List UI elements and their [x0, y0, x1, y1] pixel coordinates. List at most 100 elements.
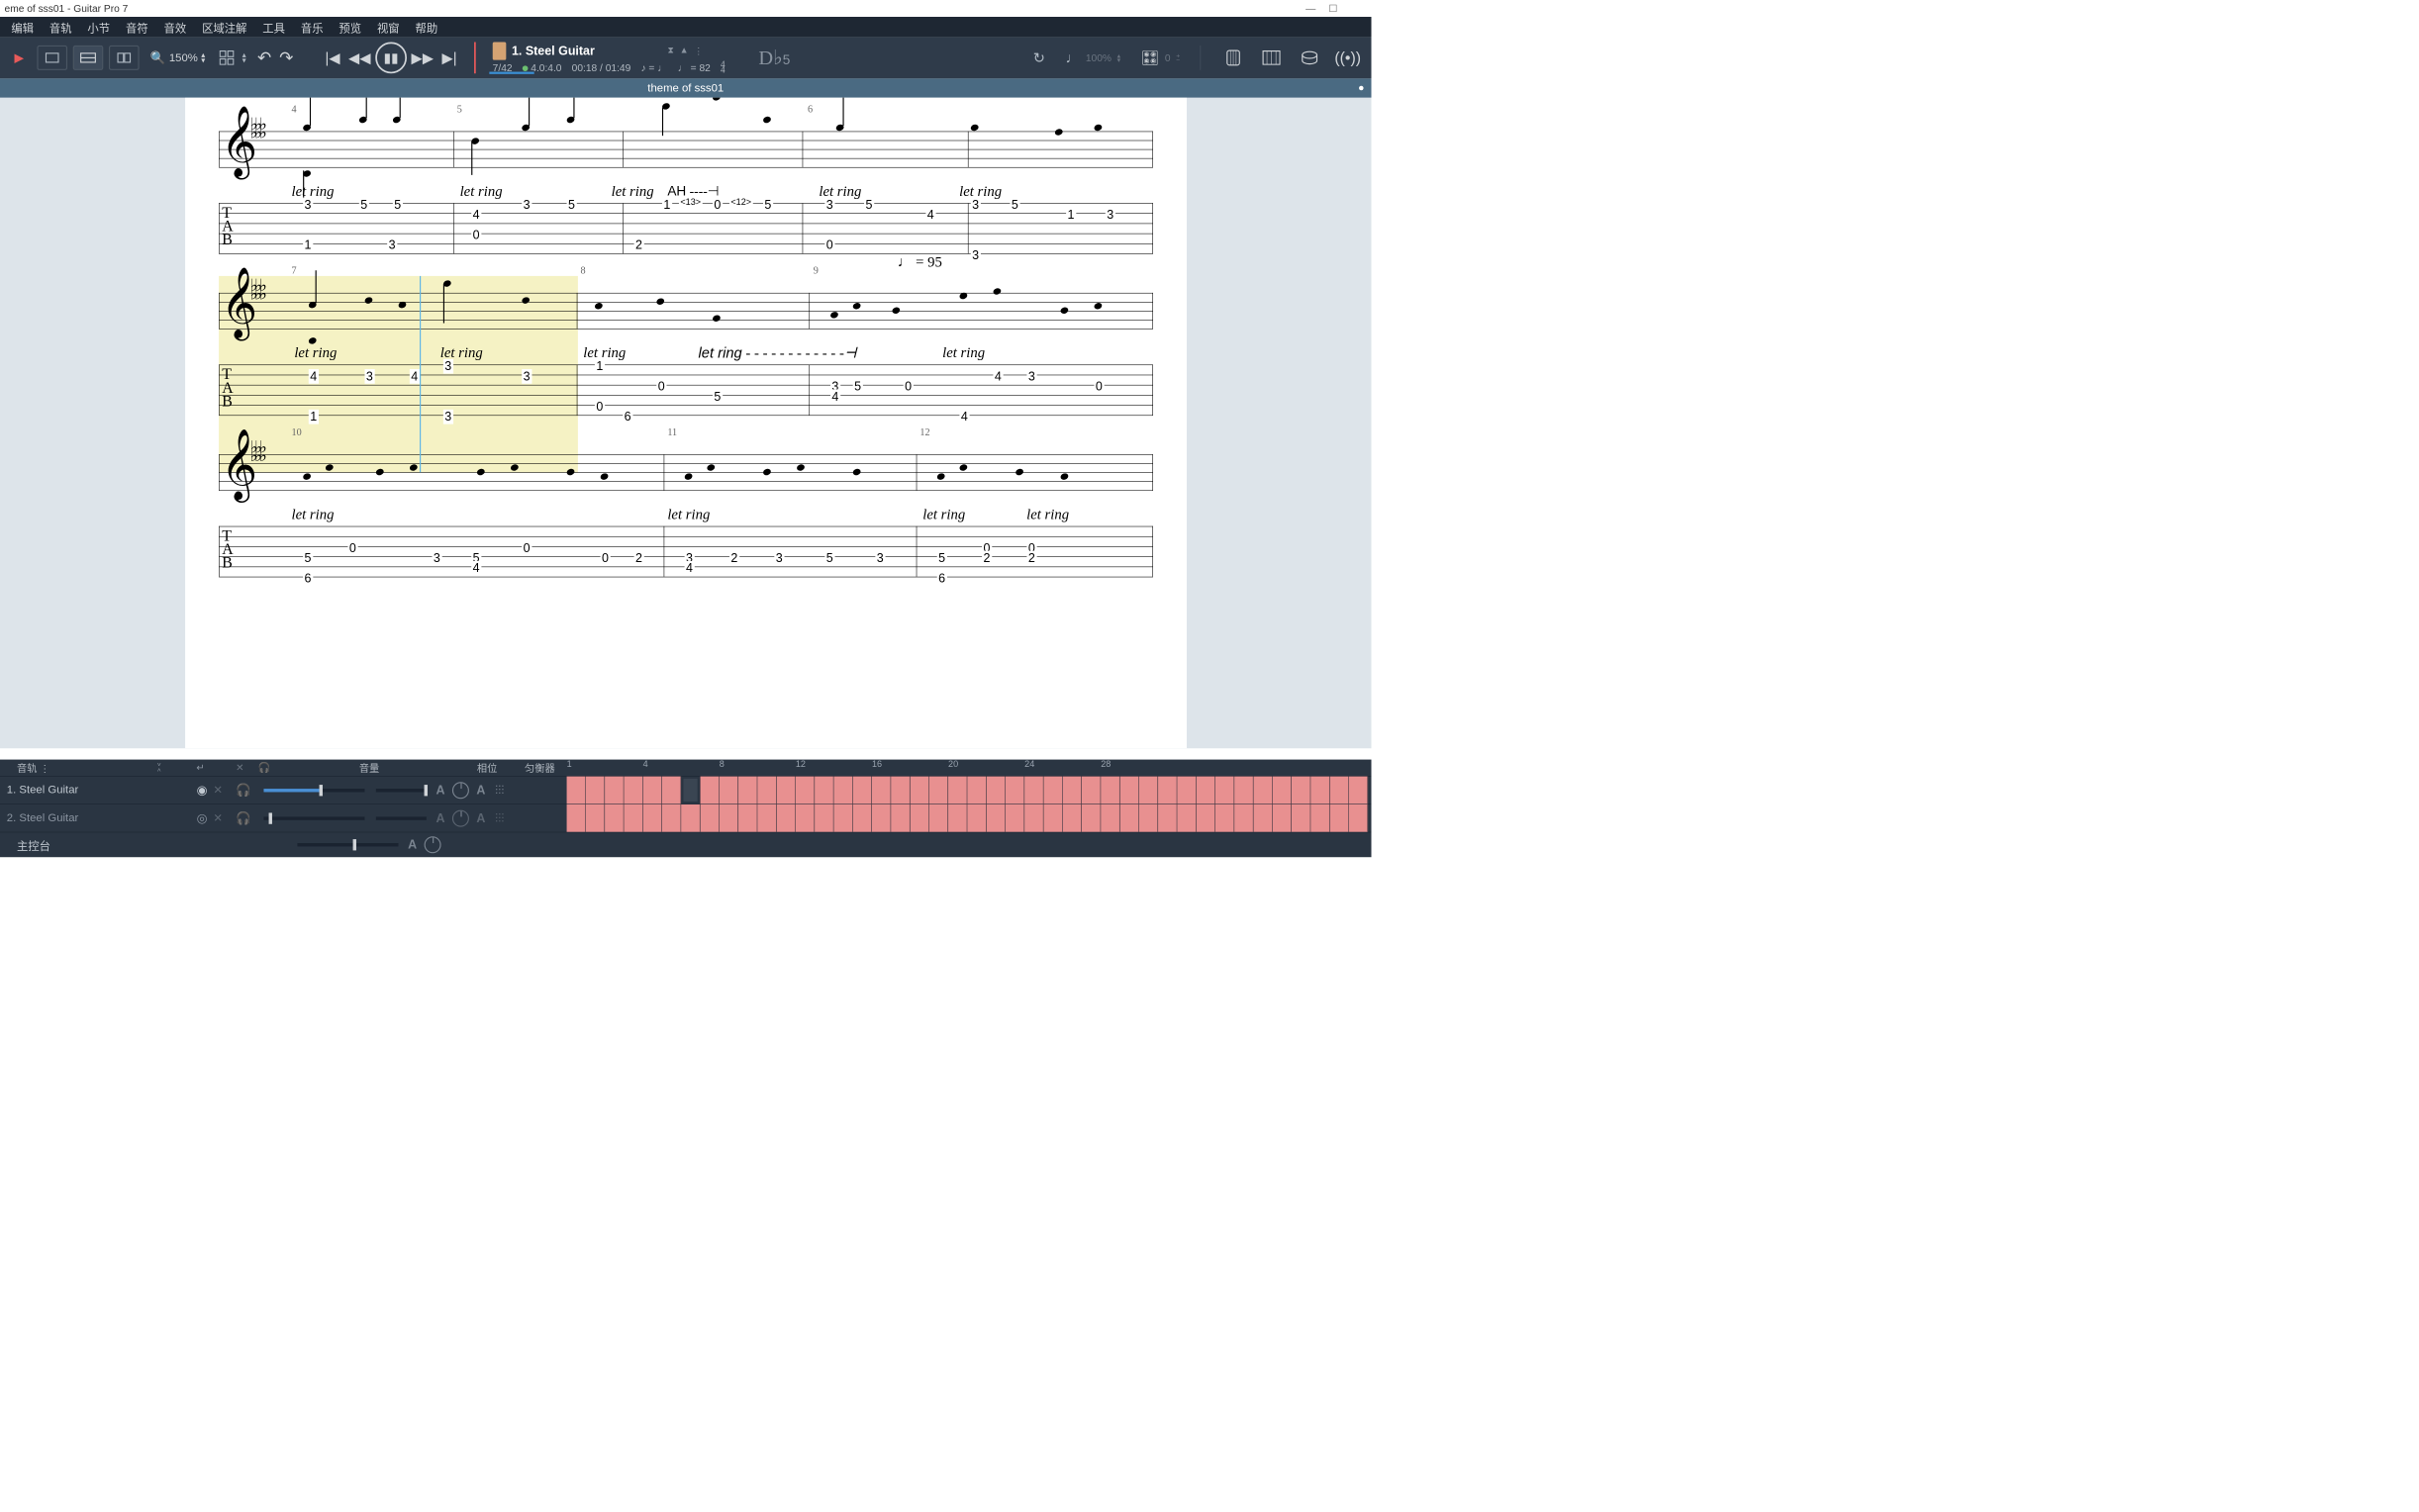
menu-tools[interactable]: 工具: [262, 19, 285, 35]
tune-value[interactable]: 0: [1165, 51, 1171, 63]
layout-stepper-icon[interactable]: ▴▾: [242, 52, 246, 63]
current-track-name[interactable]: 1. Steel Guitar: [512, 44, 595, 58]
mute-icon[interactable]: ✕: [213, 783, 236, 797]
fret-number[interactable]: 0: [522, 540, 532, 555]
fret-number[interactable]: 5: [936, 551, 946, 566]
drum-icon[interactable]: [1298, 46, 1322, 70]
fret-number[interactable]: 6: [936, 571, 946, 586]
track-row-2[interactable]: 2. Steel Guitar ◎ ✕ 🎧 A A ⫶⫶⫶: [0, 804, 1372, 832]
bar-cells[interactable]: [567, 804, 1372, 832]
fret-number[interactable]: 1: [662, 198, 672, 213]
volume-slider-2[interactable]: [376, 816, 427, 819]
fret-number[interactable]: 3: [364, 369, 374, 384]
menu-track[interactable]: 音轨: [49, 19, 72, 35]
loop-icon[interactable]: ↻: [1033, 49, 1045, 67]
eq-icon[interactable]: ⫶⫶⫶: [495, 783, 512, 798]
automation-a[interactable]: A: [404, 837, 421, 852]
solo-icon[interactable]: 🎧: [236, 783, 258, 798]
fret-number[interactable]: 0: [824, 237, 834, 252]
menu-note[interactable]: 音符: [126, 19, 148, 35]
menu-help[interactable]: 帮助: [416, 19, 438, 35]
fret-number[interactable]: 5: [864, 198, 874, 213]
fret-number[interactable]: 2: [633, 551, 643, 566]
mute-header-icon[interactable]: ✕: [236, 762, 244, 774]
menu-window[interactable]: 视窗: [377, 19, 400, 35]
undo-button[interactable]: ↶: [257, 47, 271, 67]
more-icon[interactable]: ⋮: [694, 46, 703, 56]
fret-number[interactable]: 4: [830, 389, 840, 404]
fret-number[interactable]: 1: [303, 237, 313, 252]
fret-number[interactable]: 2: [982, 551, 992, 566]
automation-a[interactable]: A: [433, 783, 449, 798]
fret-number[interactable]: 5: [566, 198, 576, 213]
pause-button[interactable]: ▮▮: [375, 43, 407, 74]
collapse-icon[interactable]: ˅˄: [157, 762, 161, 773]
master-pan-knob[interactable]: [425, 836, 441, 853]
fret-number[interactable]: 1: [1066, 208, 1076, 223]
menu-bar[interactable]: 小节: [87, 19, 110, 35]
view-horizontal-button[interactable]: [73, 46, 104, 70]
fret-number[interactable]: 1: [309, 410, 319, 425]
fret-number[interactable]: 2: [729, 551, 739, 566]
volume-slider[interactable]: [263, 789, 364, 792]
fret-number[interactable]: 6: [303, 571, 313, 586]
fret-number[interactable]: 3: [387, 237, 397, 252]
fret-number[interactable]: 4: [993, 369, 1003, 384]
solo-header-icon[interactable]: 🎧: [258, 762, 271, 774]
fret-number[interactable]: 3: [522, 369, 532, 384]
minimize-button[interactable]: —: [1300, 3, 1322, 15]
mute-icon[interactable]: ✕: [213, 811, 236, 825]
rewind-button[interactable]: ◀◀: [348, 47, 371, 69]
menu-edit[interactable]: 编辑: [11, 19, 34, 35]
fret-number[interactable]: 0: [713, 198, 723, 213]
master-track[interactable]: 主控台 A: [0, 832, 1372, 857]
visibility-icon[interactable]: ◎: [191, 810, 214, 825]
fret-number[interactable]: 3: [1026, 369, 1036, 384]
menu-effect[interactable]: 音效: [164, 19, 187, 35]
fret-number[interactable]: 0: [656, 379, 666, 394]
tune-stepper-icon[interactable]: +−: [1176, 53, 1180, 63]
pan-knob[interactable]: [452, 782, 469, 799]
fret-number[interactable]: 3: [875, 551, 885, 566]
fret-number[interactable]: 4: [309, 369, 319, 384]
menu-music[interactable]: 音乐: [301, 19, 324, 35]
zoom-stepper-icon[interactable]: ▴▾: [201, 52, 205, 63]
fret-number[interactable]: 2: [1026, 551, 1036, 566]
fret-number[interactable]: 4: [684, 561, 694, 576]
visibility-icon[interactable]: ◉: [191, 783, 214, 798]
forward-button[interactable]: ▶▶: [411, 47, 434, 69]
automation-a[interactable]: A: [433, 810, 449, 825]
fret-number[interactable]: 1: [595, 359, 605, 374]
track-row-1[interactable]: 1. Steel Guitar ◉ ✕ 🎧 A A ⫶⫶⫶: [0, 777, 1372, 804]
redo-button[interactable]: ↷: [279, 47, 293, 67]
volume-slider-2[interactable]: [376, 789, 427, 792]
menu-section[interactable]: 区域注解: [202, 19, 246, 35]
fret-number[interactable]: 5: [1010, 198, 1019, 213]
fret-number[interactable]: <12>: [729, 198, 753, 208]
fret-number[interactable]: 0: [903, 379, 913, 394]
fret-number[interactable]: 3: [970, 198, 980, 213]
fret-number[interactable]: 3: [432, 551, 441, 566]
return-icon[interactable]: ↵: [196, 762, 205, 774]
go-end-button[interactable]: ▶|: [438, 47, 461, 69]
go-start-button[interactable]: |◀: [322, 47, 344, 69]
fret-number[interactable]: 5: [852, 379, 862, 394]
automation-a2[interactable]: A: [472, 810, 489, 825]
fret-number[interactable]: 3: [522, 198, 532, 213]
solo-icon[interactable]: 🎧: [236, 810, 258, 825]
layout-grid-icon[interactable]: [217, 47, 237, 67]
tune-icon[interactable]: 🎛: [1140, 49, 1159, 67]
fret-number[interactable]: <13>: [679, 198, 703, 208]
fret-number[interactable]: 5: [393, 198, 403, 213]
fret-number[interactable]: 0: [471, 228, 481, 242]
fret-number[interactable]: 0: [600, 551, 610, 566]
tuner-icon[interactable]: ((•)): [1335, 46, 1360, 70]
zoom-control[interactable]: 🔍 150% ▴▾: [150, 50, 205, 65]
fret-number[interactable]: 3: [443, 359, 453, 374]
fret-number[interactable]: 2: [633, 237, 643, 252]
fret-number[interactable]: 4: [410, 369, 420, 384]
fret-number[interactable]: 4: [925, 208, 935, 223]
speed-stepper-icon[interactable]: ▴▾: [1117, 53, 1120, 63]
fret-number[interactable]: 5: [303, 551, 313, 566]
automation-a2[interactable]: A: [472, 783, 489, 798]
